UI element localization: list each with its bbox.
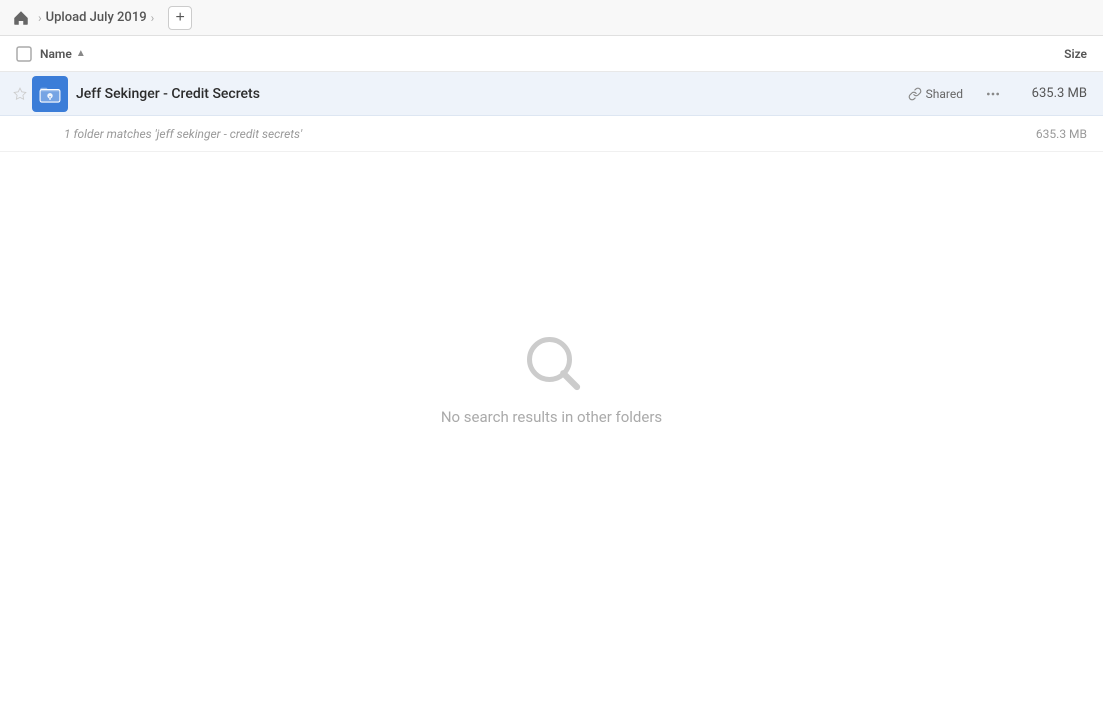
breadcrumb-chevron-2: › xyxy=(151,11,155,25)
match-size-label: 635.3 MB xyxy=(1036,127,1095,141)
empty-state: No search results in other folders xyxy=(0,332,1103,426)
breadcrumb-current: Upload July 2019 xyxy=(46,10,147,25)
more-dots-icon xyxy=(985,86,1001,102)
file-row[interactable]: Jeff Sekinger - Credit Secrets Shared 63… xyxy=(0,72,1103,116)
match-info-row: 1 folder matches 'jeff sekinger - credit… xyxy=(0,116,1103,152)
name-column-header[interactable]: Name ▲ xyxy=(40,47,1015,61)
shared-badge: Shared xyxy=(908,87,963,101)
folder-icon xyxy=(32,76,68,112)
size-column-header: Size xyxy=(1015,47,1095,61)
breadcrumb-chevron-1: › xyxy=(38,11,42,25)
more-options-button[interactable] xyxy=(979,80,1007,108)
checkbox-icon xyxy=(16,46,32,62)
empty-search-icon xyxy=(522,332,582,392)
link-icon xyxy=(908,87,922,101)
star-button[interactable] xyxy=(8,87,32,101)
home-button[interactable] xyxy=(8,5,34,31)
star-icon xyxy=(13,87,27,101)
file-size-label: 635.3 MB xyxy=(1015,86,1095,101)
match-count-text: 1 folder matches 'jeff sekinger - credit… xyxy=(64,127,302,141)
folder-svg xyxy=(39,85,61,103)
add-button[interactable]: + xyxy=(168,6,192,30)
home-icon xyxy=(12,9,30,27)
sort-arrow-icon: ▲ xyxy=(76,48,86,59)
file-name-label: Jeff Sekinger - Credit Secrets xyxy=(76,86,908,102)
column-header: Name ▲ Size xyxy=(0,36,1103,72)
select-all-checkbox[interactable] xyxy=(8,46,40,62)
empty-state-message: No search results in other folders xyxy=(441,408,662,426)
breadcrumb-bar: › Upload July 2019 › + xyxy=(0,0,1103,36)
